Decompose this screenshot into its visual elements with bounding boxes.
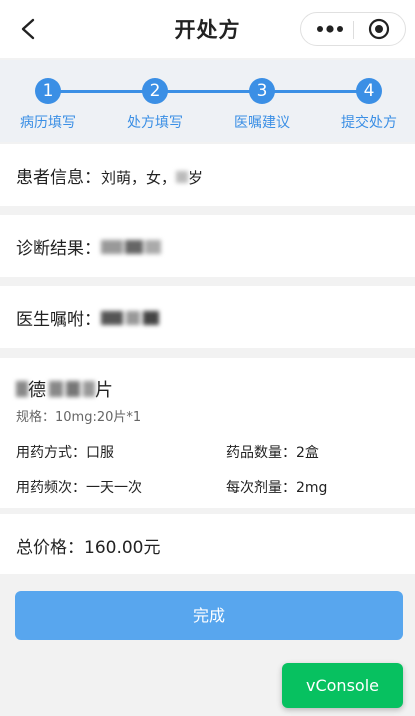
- advice-card: 医生嘱咐：: [0, 286, 415, 348]
- step-number: 1: [35, 78, 61, 104]
- vconsole-button[interactable]: vConsole: [282, 663, 403, 708]
- more-icon[interactable]: [315, 19, 345, 39]
- redacted-age: [176, 168, 189, 188]
- patient-info-value: 刘萌，女，: [101, 169, 177, 187]
- diagnosis-label: 诊断结果：: [16, 239, 101, 259]
- redacted-drug-middle: [46, 380, 95, 402]
- redacted-diagnosis: [101, 239, 161, 259]
- drug-quantity: 药品数量：2盒: [226, 445, 319, 461]
- drug-frequency: 用药频次：一天一次: [16, 480, 142, 496]
- total-price: 总价格：160.00元: [16, 538, 161, 558]
- step-2[interactable]: 2 处方填写: [105, 78, 205, 132]
- step-label: 病历填写: [20, 115, 76, 131]
- total-card: 总价格：160.00元: [0, 514, 415, 574]
- redacted-advice: [101, 310, 159, 330]
- step-3[interactable]: 3 医嘱建议: [212, 78, 312, 132]
- drug-name: 德片: [16, 376, 113, 402]
- patient-age-unit: 岁: [188, 169, 204, 187]
- step-progress: 1 病历填写 2 处方填写 3 医嘱建议 4 提交处方: [0, 60, 415, 142]
- capsule-divider: [353, 21, 354, 39]
- drug-dose: 每次剂量：2mg: [226, 480, 328, 496]
- drug-method: 用药方式：口服: [16, 445, 114, 461]
- step-label: 提交处方: [341, 115, 397, 131]
- step-number: 3: [249, 78, 275, 104]
- diagnosis-card: 诊断结果：: [0, 215, 415, 277]
- redacted-drug-prefix: [16, 380, 28, 402]
- step-4[interactable]: 4 提交处方: [319, 78, 415, 132]
- step-1[interactable]: 1 病历填写: [0, 78, 98, 132]
- nav-bar: 开处方: [0, 0, 415, 58]
- done-button[interactable]: 完成: [15, 591, 403, 640]
- patient-info-label: 患者信息：: [16, 168, 101, 188]
- drug-spec: 规格：10mg:20片*1: [16, 410, 142, 425]
- drug-card: 德片 规格：10mg:20片*1 用药方式：口服 药品数量：2盒 用药频次：一天…: [0, 358, 415, 508]
- step-label: 医嘱建议: [234, 115, 290, 131]
- mini-program-capsule: [300, 12, 406, 46]
- step-number: 4: [356, 78, 382, 104]
- patient-info-card: 患者信息：刘萌，女， 岁: [0, 144, 415, 206]
- step-number: 2: [142, 78, 168, 104]
- step-label: 处方填写: [127, 115, 183, 131]
- close-miniprogram-icon[interactable]: [368, 18, 390, 40]
- advice-label: 医生嘱咐：: [16, 310, 101, 330]
